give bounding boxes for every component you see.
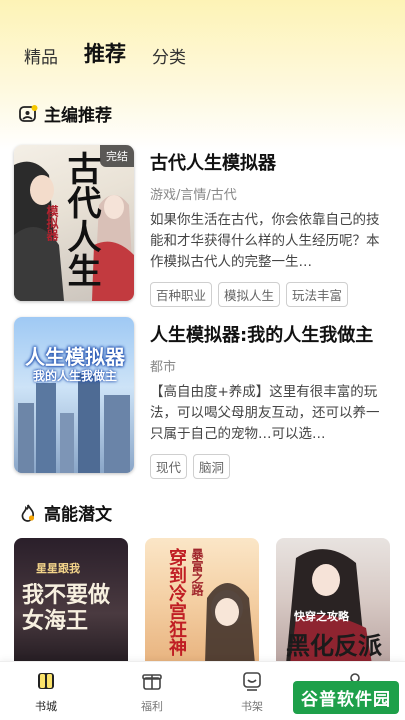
book-icon: [38, 673, 54, 689]
tag[interactable]: 脑洞: [193, 454, 231, 479]
book-cover[interactable]: 快穿之攻略 黑化反派: [276, 538, 390, 664]
cover-subtitle-art: 我的人生我做主: [32, 369, 117, 383]
book-tags: 现代 脑洞: [150, 454, 390, 479]
tag[interactable]: 玩法丰富: [286, 282, 349, 307]
tab-featured[interactable]: 精品: [24, 43, 58, 68]
tag[interactable]: 模拟人生: [218, 282, 281, 307]
book-info: 古代人生模拟器 游戏/言情/古代 如果你生活在古代，你会依靠自己的技能和才华获得…: [150, 145, 390, 307]
book-genre: 游戏/言情/古代: [150, 188, 237, 203]
editor-icon: [19, 104, 38, 122]
section-title: 主编推荐: [44, 106, 112, 126]
book-title[interactable]: 古代人生模拟器: [150, 149, 390, 175]
building-art: [60, 413, 74, 473]
flame-icon: [21, 504, 35, 522]
top-tabs: 精品 推荐 分类: [24, 38, 186, 68]
cover-subtitle-art: 模拟器: [45, 205, 59, 241]
book-description: 【高自由度+养成】这里有很丰富的玩法，可以喝父母朋友互动，还可以养一只属于自己的…: [150, 384, 380, 442]
watermark: 谷普软件园: [293, 681, 399, 714]
building-art: [104, 395, 130, 473]
book-cover[interactable]: 古代人生 模拟器 完结: [14, 145, 134, 301]
tab-label: 福利: [141, 700, 163, 713]
book-info: 人生模拟器:我的人生我做主 都市 【高自由度+养成】这里有很丰富的玩法，可以喝父…: [150, 317, 390, 479]
cover-title-art: 黑化反派: [286, 631, 382, 660]
tag[interactable]: 百种职业: [150, 282, 213, 307]
section-high-potential: 高能潜文: [18, 500, 112, 525]
cover-title-art: 古代人生: [61, 151, 101, 287]
tab-welfare[interactable]: 福利: [122, 670, 182, 714]
cover-title-art: 我不要做女海王: [22, 582, 111, 634]
tab-bookstore[interactable]: 书城: [16, 670, 76, 714]
tab-bookshelf[interactable]: 书架: [222, 670, 282, 714]
book-cover[interactable]: 星星跟我 我不要做女海王: [14, 538, 128, 664]
status-badge: 完结: [100, 145, 134, 167]
tag[interactable]: 现代: [150, 454, 188, 479]
tab-label: 书城: [35, 700, 57, 713]
section-title: 高能潜文: [44, 505, 112, 525]
book-item[interactable]: 古代人生 模拟器 完结 古代人生模拟器 游戏/言情/古代 如果你生活在古代，你会…: [14, 145, 394, 307]
cover-subtitle-art: 快穿之攻略: [294, 610, 349, 623]
cover-title-art: 人生模拟器: [25, 345, 125, 369]
book-cover[interactable]: 人生模拟器 我的人生我做主: [14, 317, 134, 473]
building-art: [78, 373, 100, 473]
gift-icon: [142, 674, 162, 690]
book-title[interactable]: 人生模拟器:我的人生我做主: [150, 321, 390, 347]
book-genre: 都市: [150, 360, 177, 375]
building-art: [18, 403, 34, 473]
section-editor-picks: 主编推荐: [18, 101, 112, 126]
building-art: [36, 383, 56, 473]
book-row: 星星跟我 我不要做女海王 暴富之路 穿到冷宫狂神 快穿之攻略 黑化反派: [14, 538, 405, 664]
book-cover[interactable]: 暴富之路 穿到冷宫狂神: [145, 538, 259, 664]
tab-category[interactable]: 分类: [152, 43, 186, 68]
book-tags: 百种职业 模拟人生 玩法丰富: [150, 282, 390, 307]
tab-recommend[interactable]: 推荐: [84, 38, 126, 68]
tab-label: 书架: [241, 700, 263, 713]
cover-subtitle-art: 星星跟我: [36, 562, 80, 575]
bookshelf-icon: [243, 672, 261, 691]
cover-art: [205, 583, 255, 664]
book-description: 如果你生活在古代，你会依靠自己的技能和才华获得什么样的人生经历呢？本作模拟古代人…: [150, 212, 380, 270]
book-item[interactable]: 人生模拟器 我的人生我做主 人生模拟器:我的人生我做主 都市 【高自由度+养成】…: [14, 317, 394, 479]
